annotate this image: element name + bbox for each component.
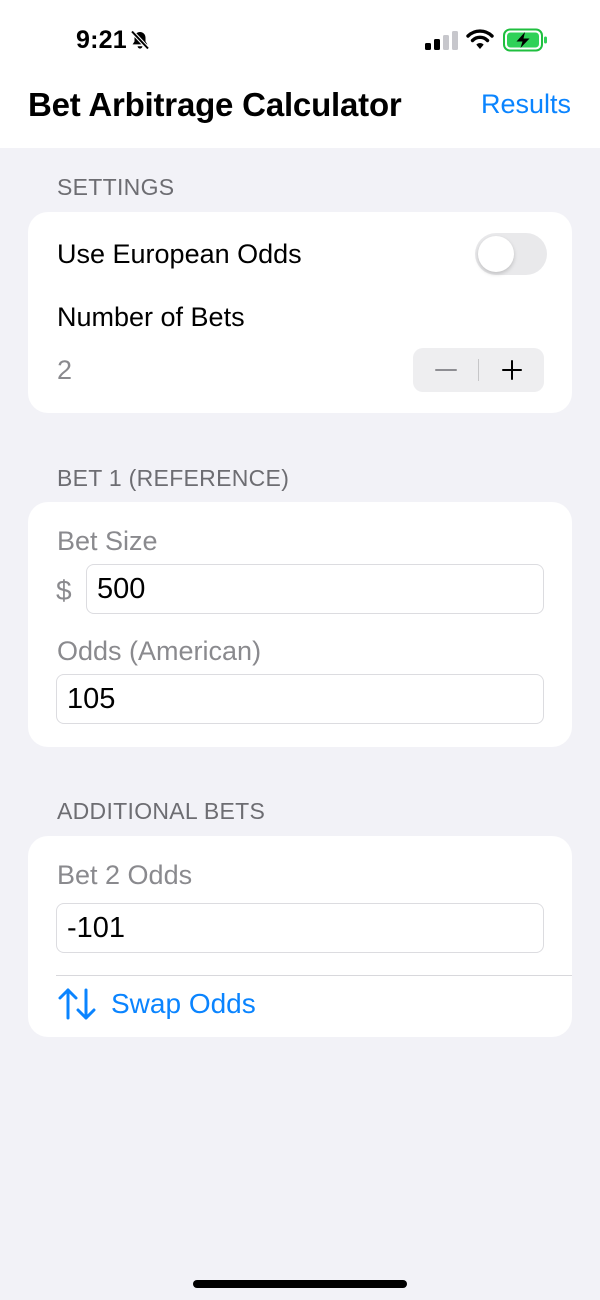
swap-odds-button[interactable]: Swap Odds [57, 986, 256, 1022]
european-odds-label: Use European Odds [57, 239, 302, 269]
plus-icon [501, 360, 522, 380]
additional-bets-card: Bet 2 Odds Swap Odds [28, 836, 572, 1037]
additional-bets-section-header: ADDITIONAL BETS [57, 798, 266, 824]
minus-icon [434, 369, 457, 371]
european-odds-toggle[interactable] [475, 233, 547, 275]
status-time: 9:21 [76, 26, 127, 54]
swap-odds-label: Swap Odds [111, 988, 256, 1019]
results-button[interactable]: Results [481, 89, 571, 120]
arrow-up-arrow-down-icon [58, 988, 96, 1020]
number-of-bets-stepper [413, 348, 544, 392]
decrement-button[interactable] [413, 348, 478, 392]
bet-size-label: Bet Size [57, 526, 158, 556]
home-indicator [193, 1280, 407, 1288]
toggle-knob [478, 236, 514, 272]
top-bar: 9:21 Bet Arbitrage Calculator Results [0, 0, 600, 148]
settings-card: Use European Odds Number of Bets 2 [28, 212, 572, 413]
bet1-odds-input[interactable] [56, 674, 544, 724]
page-title: Bet Arbitrage Calculator [28, 86, 402, 123]
row-divider [56, 975, 572, 976]
cellular-signal-icon [425, 31, 458, 50]
bell-slash-icon [130, 30, 150, 50]
settings-section-header: SETTINGS [57, 174, 175, 200]
odds-american-label: Odds (American) [57, 636, 262, 666]
bet2-odds-label: Bet 2 Odds [57, 860, 193, 890]
bet2-odds-input[interactable] [56, 903, 544, 953]
increment-button[interactable] [479, 348, 544, 392]
number-of-bets-label: Number of Bets [57, 302, 245, 332]
bet1-section-header: BET 1 (REFERENCE) [57, 465, 290, 491]
number-of-bets-value: 2 [57, 355, 73, 385]
bet1-card: Bet Size $ Odds (American) [28, 502, 572, 747]
currency-symbol: $ [56, 575, 72, 606]
wifi-icon [466, 29, 494, 49]
bet-size-input[interactable] [86, 564, 544, 614]
battery-charging-icon [503, 28, 547, 52]
